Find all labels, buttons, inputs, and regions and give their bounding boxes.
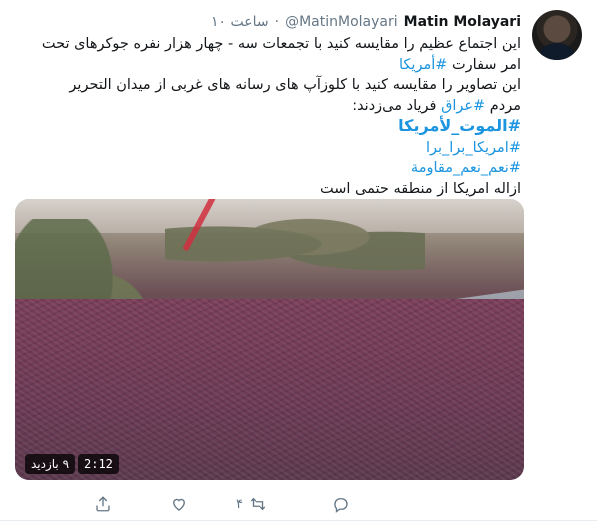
video-views: ۹ بازدید (25, 454, 76, 474)
share-icon (96, 496, 110, 512)
video-player[interactable] (15, 199, 524, 480)
tweet-card[interactable]: ۱۰ ساعت · @MatinMolayari Matin Molayari … (0, 0, 597, 521)
retweet-count: ۴ (236, 496, 243, 512)
tweet-line-8: ازاله امریکا از منطقه حتمی است (320, 180, 521, 197)
author-name[interactable]: Matin Molayari (404, 14, 521, 30)
share-button[interactable] (94, 492, 118, 516)
hashtag-death[interactable]: #الموت_لأمریکا (398, 116, 521, 135)
tweet-header: ۱۰ ساعت · @MatinMolayari Matin Molayari (211, 12, 521, 32)
retweet-icon (250, 497, 266, 511)
video-crowd (15, 299, 524, 480)
hashtag-out[interactable]: #امریکا_برا_برا (426, 140, 521, 156)
tweet-line-1: این اجتماع عظیم را مقایسه کنید با تجمعات… (41, 36, 521, 52)
tweet-text: این اجتماع عظیم را مقایسه کنید با تجمعات… (21, 34, 521, 199)
hashtag-resist[interactable]: #نعم_نعم_مقاومة (411, 160, 521, 176)
tweet-line-7: #نعم_نعم_مقاومة (21, 158, 521, 179)
tweet-time[interactable]: ۱۰ ساعت (211, 14, 269, 30)
reply-icon (334, 498, 348, 513)
video-duration: 2:12 (78, 454, 119, 474)
tweet-line-3: این تصاویر را مقایسه کنید با کلوزآپ های … (69, 77, 521, 93)
hashtag-america[interactable]: #أمریکا (399, 57, 447, 73)
heart-icon (173, 498, 185, 511)
retweet-button[interactable]: ۴ (236, 492, 267, 516)
tweet-line-4: مردم #عراق فریاد می‌زدند: (352, 97, 521, 114)
tweet-line-5: #الموت_لأمریکا (21, 116, 521, 138)
tweet-line-2: امر سفارت #أمریکا (399, 56, 521, 73)
tweet-line-6: #امریکا_برا_برا (21, 138, 521, 159)
reply-button[interactable] (332, 492, 356, 516)
hashtag-iraq[interactable]: #عراق (441, 98, 485, 114)
header-separator: · (274, 14, 280, 30)
author-handle[interactable]: @MatinMolayari (285, 14, 398, 30)
avatar[interactable] (532, 10, 582, 60)
like-button[interactable] (170, 492, 194, 516)
tweet-actions: ۴ (0, 492, 597, 516)
